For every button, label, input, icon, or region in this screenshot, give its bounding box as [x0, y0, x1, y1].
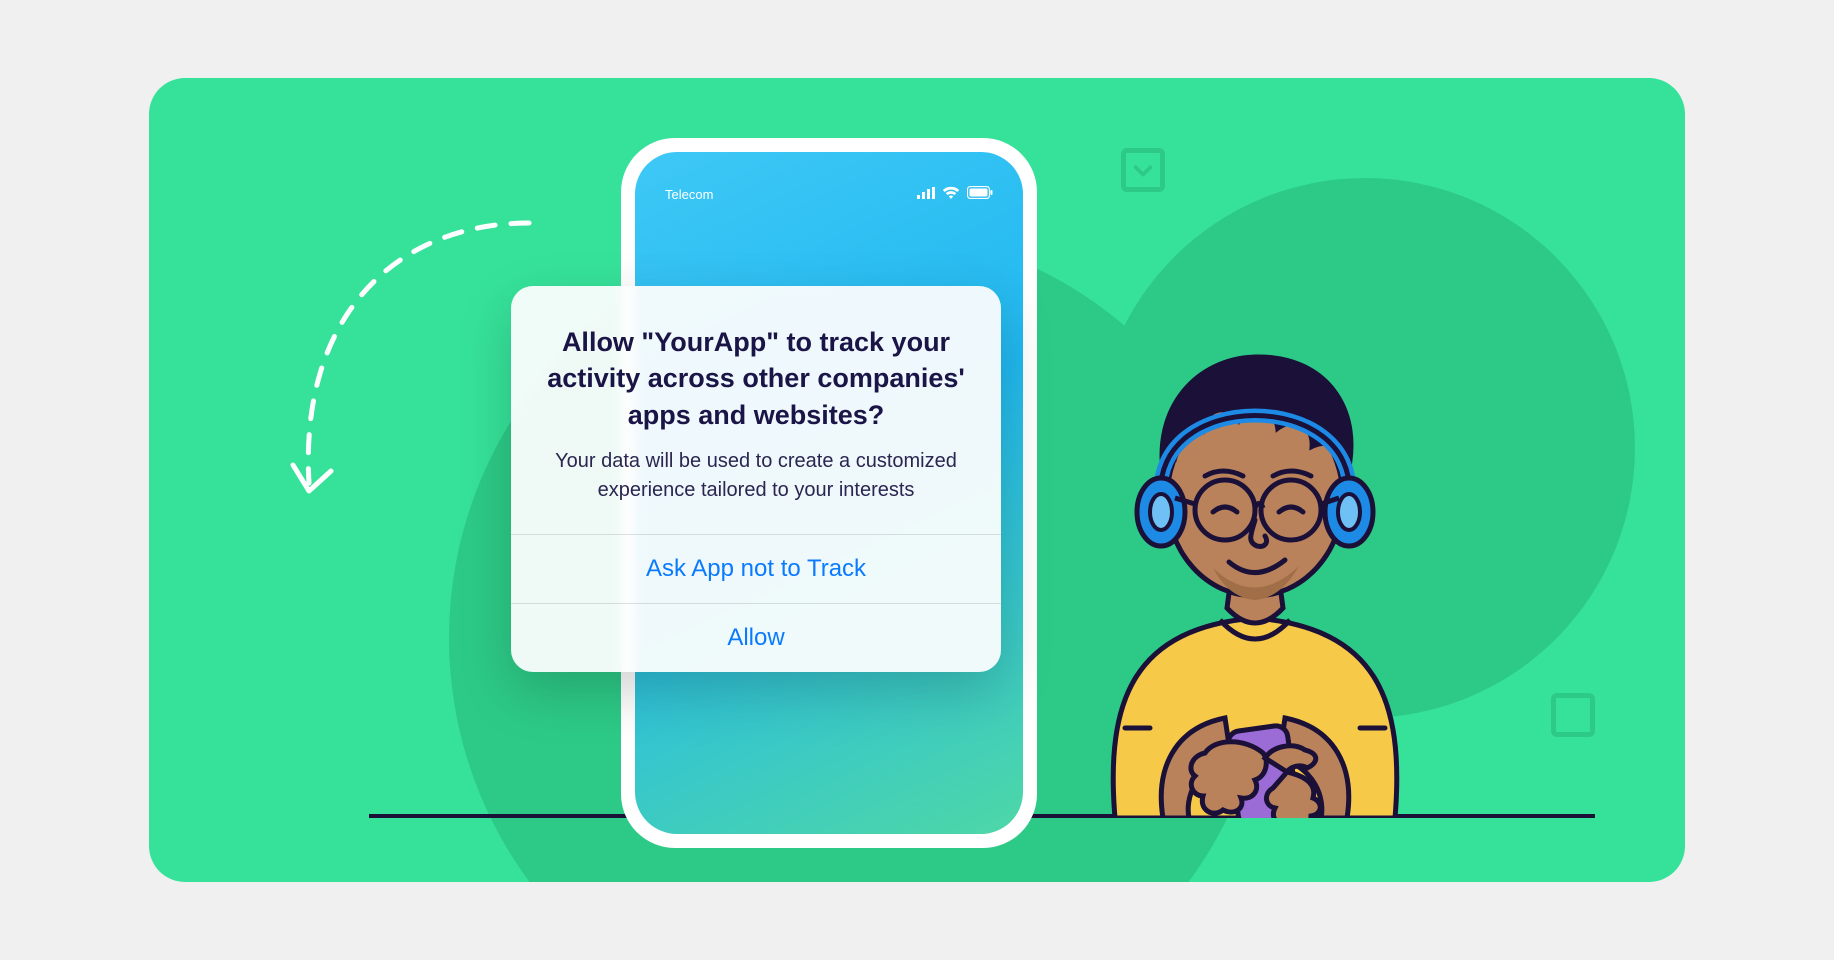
person-with-phone-illustration: [1055, 298, 1455, 818]
ask-not-to-track-button[interactable]: Ask App not to Track: [511, 534, 1001, 603]
prompt-message: Your data will be used to create a custo…: [545, 447, 967, 504]
prompt-title: Allow "YourApp" to track your activity a…: [545, 324, 967, 433]
decorative-checkbox-icon: [1121, 148, 1165, 192]
signal-icon: [917, 187, 935, 202]
allow-button[interactable]: Allow: [511, 603, 1001, 672]
carrier-label: Telecom: [665, 187, 713, 202]
illustration-canvas: Telecom Allow "YourApp" to track your ac…: [149, 78, 1685, 882]
phone-status-bar: Telecom: [635, 186, 1023, 202]
wifi-icon: [942, 186, 960, 202]
tracking-permission-prompt: Allow "YourApp" to track your activity a…: [511, 286, 1001, 672]
prompt-body: Allow "YourApp" to track your activity a…: [511, 286, 1001, 534]
decorative-square-icon: [1551, 693, 1595, 737]
battery-icon: [967, 186, 993, 202]
dashed-arrow-icon: [279, 213, 539, 513]
